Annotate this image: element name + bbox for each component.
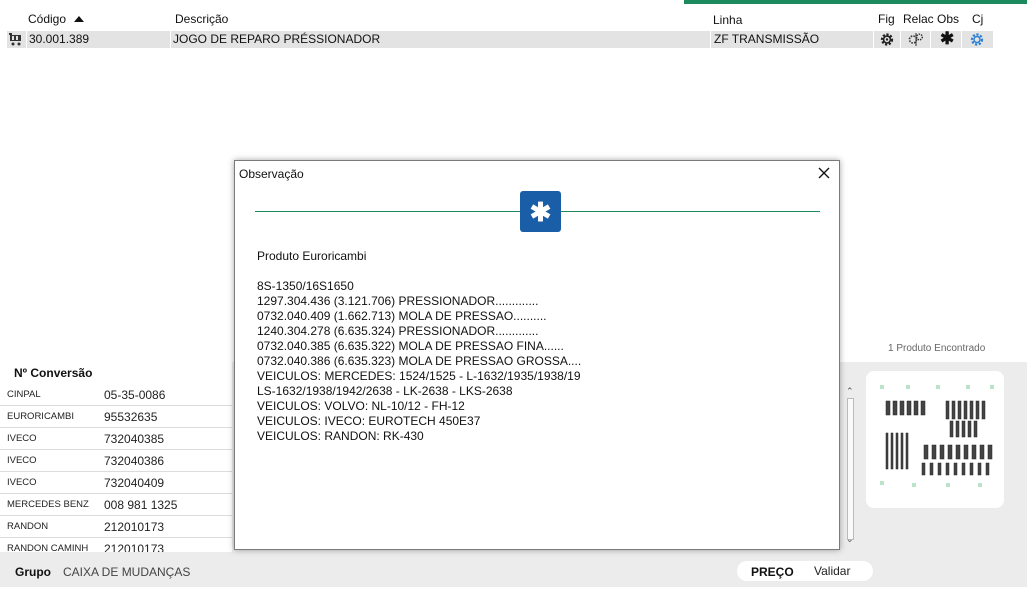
close-icon[interactable] — [816, 165, 832, 181]
found-count: 1 Produto Encontrado — [888, 343, 986, 354]
conversion-code: 732040409 — [104, 476, 165, 490]
conversion-brand: RANDON — [7, 521, 49, 532]
set-gear-icon[interactable] — [969, 32, 985, 47]
price-box[interactable]: PREÇO Validar — [737, 561, 873, 581]
codigo-label: Código — [28, 12, 67, 26]
sort-ascending-icon — [74, 16, 85, 22]
parts-image — [880, 385, 994, 487]
conversion-row: EURORICAMBI 95532635 — [0, 406, 232, 428]
grupo-label: Grupo — [15, 565, 51, 579]
conversion-brand: CINPAL — [7, 389, 41, 400]
dialog-line: VEICULOS: IVECO: EUROTECH 450E37 — [257, 414, 481, 428]
conversion-brand: IVECO — [7, 477, 37, 488]
conversion-row: IVECO 732040409 — [0, 472, 232, 494]
dialog-line: VEICULOS: MERCEDES: 1524/1525 - L-1632/1… — [257, 369, 581, 383]
preco-validar-link[interactable]: Validar — [814, 564, 850, 578]
preco-label: PREÇO — [751, 565, 794, 579]
grupo-value: CAIXA DE MUDANÇAS — [63, 565, 191, 579]
conversion-brand: RANDON CAMINH — [7, 543, 89, 552]
column-header-relac: Relac — [903, 12, 934, 26]
dialog-line: LS-1632/1938/1942/2638 - LK-2638 - LKS-2… — [257, 384, 513, 398]
conversion-code: 212010173 — [104, 542, 165, 552]
conversion-brand: MERCEDES BENZ — [7, 499, 89, 510]
product-thumbnail[interactable] — [866, 371, 1004, 508]
dialog-line: 0732.040.385 (6.635.322) MOLA DE PRESSAO… — [257, 339, 564, 353]
conversion-row: CINPAL 05-35-0086 — [0, 384, 232, 406]
conversion-title: Nº Conversão — [14, 366, 93, 380]
dialog-line: 0732.040.386 (6.635.323) MOLA DE PRESSAO… — [257, 354, 582, 368]
conversion-brand: EURORICAMBI — [7, 411, 75, 422]
dialog-title: Observação — [239, 167, 304, 181]
dialog-line: 0732.040.409 (1.662.713) MOLA DE PRESSAO… — [257, 309, 547, 323]
dialog-body: Produto Euroricambi 8S-1350/16S1650 1297… — [257, 249, 581, 444]
column-separator — [900, 31, 901, 48]
dialog-line: VEICULOS: VOLVO: NL-10/12 - FH-12 — [257, 399, 465, 413]
scroll-track[interactable] — [847, 398, 854, 540]
conversion-panel: Nº Conversão CINPAL 05-35-0086 EURORICAMB… — [0, 362, 232, 552]
conversion-brand: IVECO — [7, 455, 37, 466]
column-separator — [873, 31, 874, 48]
column-header-fig: Fig — [878, 12, 895, 26]
column-separator — [930, 31, 931, 48]
conversion-code: 008 981 1325 — [104, 498, 178, 512]
column-header-descricao[interactable]: Descrição — [175, 12, 228, 26]
dialog-line: 8S-1350/16S1650 — [257, 279, 354, 293]
dialog-line — [257, 264, 581, 279]
conversion-row: RANDON CAMINH 212010173 — [0, 538, 232, 552]
dialog-line: Produto Euroricambi — [257, 249, 367, 263]
gear-icon[interactable] — [879, 32, 895, 47]
dialog-line: VEICULOS: RANDON: RK-430 — [257, 429, 424, 443]
conversion-row: MERCEDES BENZ 008 981 1325 — [0, 494, 232, 516]
column-header-obs: Obs — [937, 12, 960, 26]
product-linha: ZF TRANSMISSÃO — [714, 32, 820, 46]
conversion-row: RANDON 212010173 — [0, 516, 232, 538]
column-separator — [170, 31, 171, 48]
conversion-row: IVECO 732040385 — [0, 428, 232, 450]
conversion-brand: IVECO — [7, 433, 37, 444]
observation-dialog: Observação ✱ Produto Euroricambi 8S-1350… — [234, 160, 840, 550]
observation-badge: ✱ — [520, 191, 561, 232]
asterisk-icon[interactable]: ✱ — [940, 30, 954, 48]
conversion-code: 732040385 — [104, 432, 165, 446]
conversion-code: 732040386 — [104, 454, 165, 468]
product-row[interactable]: 30.001.389 JOGO DE REPARO PRÉSSIONADOR Z… — [7, 30, 993, 48]
column-separator — [26, 31, 27, 48]
top-accent-bar — [684, 0, 1027, 4]
relation-icon[interactable] — [908, 32, 924, 47]
dialog-line: 1297.304.436 (3.121.706) PRESSIONADOR...… — [257, 294, 539, 308]
product-descricao: JOGO DE REPARO PRÉSSIONADOR — [173, 32, 381, 46]
column-header-cj: Cj — [972, 12, 984, 26]
cart-icon[interactable] — [9, 33, 23, 46]
scrollbar[interactable]: ⌃ ⌄ — [844, 386, 856, 548]
scroll-up-icon[interactable]: ⌃ — [846, 386, 854, 397]
scroll-down-icon[interactable]: ⌄ — [846, 534, 854, 545]
column-header-codigo[interactable]: Código — [28, 12, 85, 26]
conversion-row: IVECO 732040386 — [0, 450, 232, 472]
product-codigo: 30.001.389 — [29, 32, 90, 46]
column-separator — [710, 31, 711, 48]
column-separator — [961, 31, 962, 48]
dialog-line: 1240.304.278 (6.635.324) PRESSIONADOR...… — [257, 324, 539, 338]
conversion-code: 212010173 — [104, 520, 165, 534]
conversion-code: 05-35-0086 — [104, 388, 166, 402]
conversion-code: 95532635 — [104, 410, 158, 424]
column-header-linha[interactable]: Linha — [713, 13, 742, 27]
asterisk-icon: ✱ — [529, 196, 552, 227]
grupo-bar: Grupo CAIXA DE MUDANÇAS PREÇO Validar — [0, 560, 1027, 587]
